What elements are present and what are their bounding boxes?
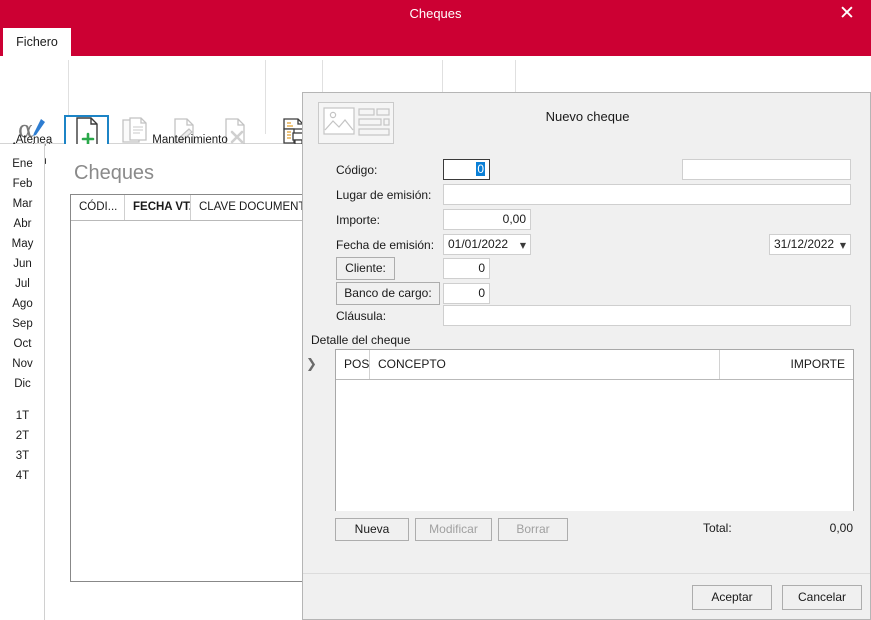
sidebar-quarter-3t[interactable]: 3T bbox=[0, 446, 45, 466]
button-modificar: Modificar bbox=[415, 518, 492, 541]
sidebar-quarter-2t[interactable]: 2T bbox=[0, 426, 45, 446]
sidebar-month-sep[interactable]: Sep bbox=[0, 314, 45, 334]
sidebar-month-ene[interactable]: Ene bbox=[0, 154, 45, 174]
tab-fichero[interactable]: Fichero bbox=[3, 28, 71, 56]
input-banco-cargo[interactable]: 0 bbox=[443, 283, 490, 304]
column-header-importe[interactable]: IMPORTE bbox=[720, 350, 853, 379]
chevron-down-icon[interactable]: ▼ bbox=[840, 235, 846, 256]
input-fecha-emision[interactable]: 01/01/2022 ▼ bbox=[443, 234, 531, 255]
group-separator-1 bbox=[265, 60, 266, 134]
detalle-table-header: POS CONCEPTO IMPORTE bbox=[336, 350, 853, 380]
sidebar-month-abr[interactable]: Abr bbox=[0, 214, 45, 234]
fecha-vencimiento-value: 31/12/2022 bbox=[774, 237, 835, 251]
button-aceptar[interactable]: Aceptar bbox=[692, 585, 772, 610]
label-total: Total: bbox=[703, 521, 732, 535]
sidebar-month-oct[interactable]: Oct bbox=[0, 334, 45, 354]
input-codigo[interactable]: 0 bbox=[443, 159, 490, 180]
sidebar-month-may[interactable]: May bbox=[0, 234, 45, 254]
label-clausula: Cláusula: bbox=[336, 309, 387, 323]
label-fecha-emision: Fecha de emisión: bbox=[336, 238, 435, 252]
sidebar-quarter-1t[interactable]: 1T bbox=[0, 406, 45, 426]
sidebar-month-nov[interactable]: Nov bbox=[0, 354, 45, 374]
button-borrar: Borrar bbox=[498, 518, 568, 541]
nuevo-cheque-dialog: Nuevo cheque Código: 0 Clave documento: … bbox=[302, 92, 871, 620]
ribbon-tab-strip: Fichero bbox=[0, 28, 871, 56]
sidebar-month-ago[interactable]: Ago bbox=[0, 294, 45, 314]
application-window: Cheques ✕ Fichero α Asistente virtual At… bbox=[0, 0, 871, 620]
month-sidebar: Ene Feb Mar Abr May Jun Jul Ago Sep Oct … bbox=[0, 144, 45, 620]
column-header-pos[interactable]: POS bbox=[336, 350, 370, 379]
sidebar-month-jun[interactable]: Jun bbox=[0, 254, 45, 274]
input-fecha-vencimiento[interactable]: 31/12/2022 ▼ bbox=[769, 234, 851, 255]
input-importe[interactable]: 0,00 bbox=[443, 209, 531, 230]
page-title: Cheques bbox=[74, 162, 155, 184]
column-header-concepto[interactable]: CONCEPTO bbox=[370, 350, 720, 379]
dialog-footer: Aceptar Cancelar bbox=[303, 573, 870, 619]
label-lugar-emision: Lugar de emisión: bbox=[336, 188, 432, 202]
input-cliente[interactable]: 0 bbox=[443, 258, 490, 279]
dialog-title: Nuevo cheque bbox=[545, 109, 630, 124]
fecha-emision-value: 01/01/2022 bbox=[448, 237, 509, 251]
sidebar-month-jul[interactable]: Jul bbox=[0, 274, 45, 294]
detalle-table-body[interactable] bbox=[336, 380, 853, 511]
chevron-down-icon[interactable]: ▼ bbox=[520, 235, 526, 256]
input-clausula[interactable] bbox=[443, 305, 851, 326]
button-cancelar[interactable]: Cancelar bbox=[782, 585, 862, 610]
value-total: 0,00 bbox=[829, 521, 853, 535]
label-importe: Importe: bbox=[336, 213, 381, 227]
label-codigo: Código: bbox=[336, 163, 378, 177]
button-banco-cargo[interactable]: Banco de cargo: bbox=[336, 282, 440, 305]
column-header-codigo[interactable]: CÓDI... bbox=[71, 195, 125, 220]
chevron-right-icon[interactable]: ❯ bbox=[306, 357, 317, 372]
window-title: Cheques bbox=[409, 6, 462, 21]
column-header-fecha-vto[interactable]: FECHA VT... bbox=[125, 195, 191, 220]
input-clave-documento[interactable] bbox=[682, 159, 851, 180]
close-icon[interactable]: ✕ bbox=[829, 0, 865, 28]
sidebar-quarter-4t[interactable]: 4T bbox=[0, 466, 45, 486]
title-bar: Cheques ✕ bbox=[0, 0, 871, 28]
sidebar-month-mar[interactable]: Mar bbox=[0, 194, 45, 214]
button-nueva[interactable]: Nueva bbox=[335, 518, 409, 541]
sidebar-month-feb[interactable]: Feb bbox=[0, 174, 45, 194]
detalle-table[interactable]: POS CONCEPTO IMPORTE bbox=[335, 349, 854, 511]
sidebar-month-dic[interactable]: Dic bbox=[0, 374, 45, 394]
section-label-detalle: Detalle del cheque bbox=[311, 333, 411, 347]
button-cliente[interactable]: Cliente: bbox=[336, 257, 395, 280]
input-lugar-emision[interactable] bbox=[443, 184, 851, 205]
input-codigo-value: 0 bbox=[476, 162, 485, 176]
